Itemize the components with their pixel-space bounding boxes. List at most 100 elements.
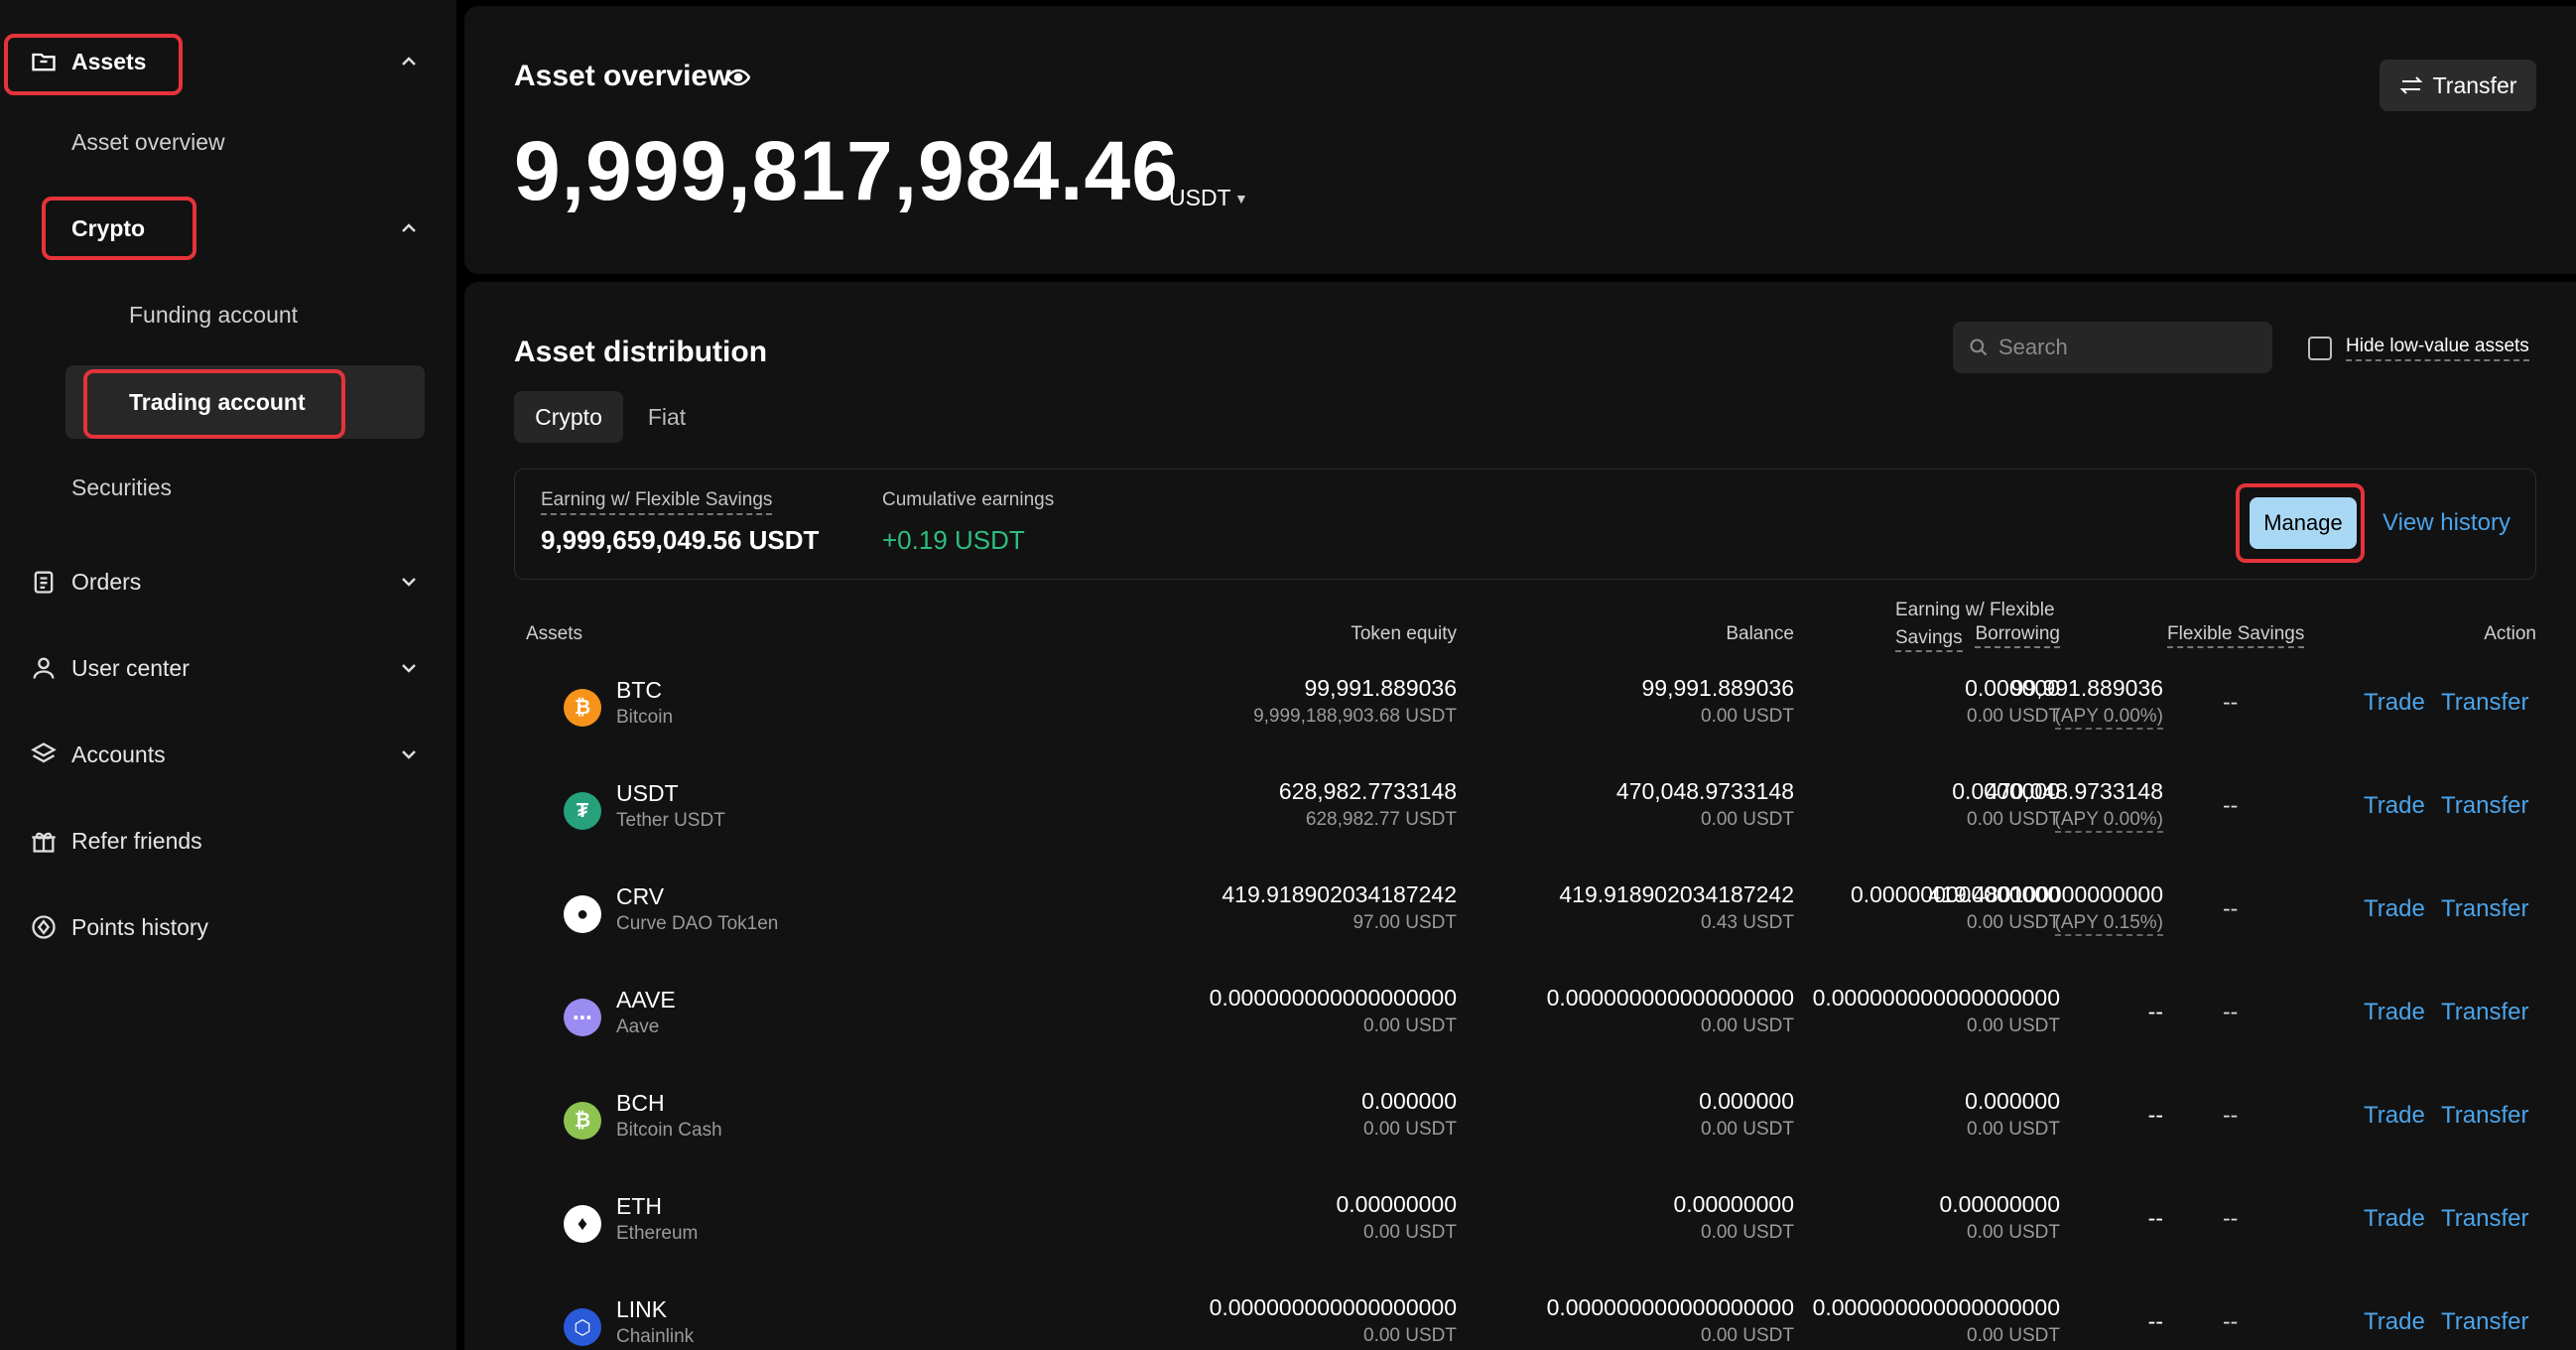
- sidebar-item-securities[interactable]: Securities: [71, 474, 172, 501]
- transfer-link[interactable]: Transfer: [2441, 895, 2528, 923]
- header-balance: Balance: [1726, 623, 1794, 644]
- table-row: ♦ ETH Ethereum 0.00000000 0.00 USDT 0.00…: [464, 1175, 2576, 1279]
- table-row: ₿ BCH Bitcoin Cash 0.000000 0.00 USDT 0.…: [464, 1072, 2576, 1175]
- eye-icon[interactable]: [726, 68, 750, 87]
- flexible-savings-cell: --: [2223, 792, 2239, 818]
- transfer-button[interactable]: Transfer: [2380, 60, 2536, 111]
- asset-name: Tether USDT: [616, 810, 725, 831]
- transfer-link[interactable]: Transfer: [2441, 792, 2528, 820]
- points-icon: [32, 915, 56, 939]
- sidebar: Assets Asset overview Crypto Funding acc…: [0, 0, 456, 1350]
- coin-icon: ₿: [564, 1102, 601, 1140]
- view-history-link[interactable]: View history: [2383, 509, 2511, 537]
- user-icon: [33, 657, 55, 679]
- table-row: ⋯ AAVE Aave 0.000000000000000000 0.00 US…: [464, 969, 2576, 1072]
- sidebar-item-user-center[interactable]: User center: [0, 636, 456, 700]
- checkbox[interactable]: [2308, 337, 2332, 360]
- chevron-down-icon[interactable]: [397, 742, 421, 766]
- sidebar-item-orders[interactable]: Orders: [0, 550, 456, 613]
- flexible-savings-cell: --: [2223, 999, 2239, 1024]
- asset-symbol: ETH: [616, 1193, 662, 1219]
- trade-link[interactable]: Trade: [2364, 689, 2425, 717]
- asset-name: Curve DAO Tok1en: [616, 913, 779, 934]
- flexible-savings-cell: --: [2223, 1205, 2239, 1231]
- chevron-down-icon[interactable]: [397, 656, 421, 680]
- chevron-up-icon[interactable]: [397, 216, 421, 240]
- flexible-savings-cell: --: [2223, 689, 2239, 715]
- sidebar-item-trading-account[interactable]: Trading account: [129, 389, 306, 416]
- header-assets: Assets: [526, 623, 583, 644]
- earning-cell: 419.480100000000000 (APY 0.15%): [1866, 881, 2163, 936]
- gift-icon: [32, 832, 56, 853]
- asset-name: Ethereum: [616, 1223, 699, 1244]
- header-token-equity: Token equity: [1351, 623, 1457, 644]
- sidebar-item-points-history[interactable]: Points history: [0, 895, 456, 959]
- earning-cell: --: [2147, 1205, 2163, 1231]
- asset-symbol: CRV: [616, 883, 665, 909]
- manage-button[interactable]: Manage: [2250, 497, 2357, 549]
- clipboard-icon: [34, 571, 54, 594]
- asset-symbol: AAVE: [616, 987, 676, 1012]
- tab-fiat[interactable]: Fiat: [631, 391, 703, 443]
- chevron-down-icon[interactable]: [397, 570, 421, 594]
- table-row: ⬡ LINK Chainlink 0.000000000000000000 0.…: [464, 1279, 2576, 1350]
- flexible-savings-cell: --: [2223, 1308, 2239, 1334]
- trade-link[interactable]: Trade: [2364, 895, 2425, 923]
- transfer-link[interactable]: Transfer: [2441, 1102, 2528, 1130]
- coin-icon: ♦: [564, 1205, 601, 1243]
- trade-link[interactable]: Trade: [2364, 999, 2425, 1026]
- currency-selector[interactable]: USDT: [1169, 185, 1231, 211]
- folder-icon: [32, 53, 56, 71]
- sidebar-item-funding-account[interactable]: Funding account: [129, 302, 298, 329]
- coin-icon: ₮: [564, 792, 601, 830]
- earning-label: Earning w/ Flexible Savings: [541, 489, 773, 515]
- trade-link[interactable]: Trade: [2364, 792, 2425, 820]
- asset-symbol: BTC: [616, 677, 662, 703]
- table-row: ● CRV Curve DAO Tok1en 419.9189020341872…: [464, 866, 2576, 969]
- sidebar-item-accounts[interactable]: Accounts: [0, 723, 456, 786]
- cumulative-value: +0.19 USDT: [882, 525, 1025, 555]
- earning-cell: --: [2147, 999, 2163, 1024]
- asset-symbol: BCH: [616, 1090, 665, 1116]
- coin-icon: ₿: [564, 689, 601, 727]
- header-earning-flexible: Earning w/ Flexible Savings: [1895, 598, 2055, 652]
- table-row: ₿ BTC Bitcoin 99,991.889036 9,999,188,90…: [464, 659, 2576, 762]
- flexible-savings-cell: --: [2223, 895, 2239, 921]
- tab-crypto[interactable]: Crypto: [514, 391, 623, 443]
- transfer-icon: [2399, 76, 2423, 94]
- trade-link[interactable]: Trade: [2364, 1308, 2425, 1336]
- transfer-link[interactable]: Transfer: [2441, 1205, 2528, 1233]
- header-action: Action: [2484, 623, 2536, 644]
- cumulative-label: Cumulative earnings: [882, 489, 1055, 510]
- asset-name: Bitcoin Cash: [616, 1120, 722, 1141]
- earning-cell: 470,048.9733148 (APY 0.00%): [1866, 778, 2163, 833]
- asset-name: Aave: [616, 1016, 660, 1037]
- sidebar-item-assets[interactable]: Assets: [0, 30, 456, 93]
- sidebar-item-asset-overview[interactable]: Asset overview: [71, 129, 225, 156]
- search-input[interactable]: [1998, 335, 2256, 360]
- asset-overview-panel: Asset overview 9,999,817,984.46 USDT ▼ T…: [464, 6, 2576, 274]
- sidebar-item-refer-friends[interactable]: Refer friends: [0, 809, 456, 873]
- transfer-link[interactable]: Transfer: [2441, 689, 2528, 717]
- section-title: Asset distribution: [514, 336, 768, 368]
- search-box[interactable]: [1953, 322, 2272, 373]
- hide-low-value-toggle[interactable]: Hide low-value assets: [2308, 336, 2529, 361]
- page-title: Asset overview: [514, 60, 731, 92]
- caret-down-icon[interactable]: ▼: [1234, 191, 1248, 206]
- earning-summary-card: Earning w/ Flexible Savings 9,999,659,04…: [514, 469, 2536, 580]
- sidebar-item-crypto[interactable]: Crypto: [0, 197, 456, 260]
- transfer-link[interactable]: Transfer: [2441, 1308, 2528, 1336]
- layers-icon: [31, 742, 57, 763]
- chevron-up-icon[interactable]: [397, 50, 421, 73]
- table-row: ₮ USDT Tether USDT 628,982.7733148 628,9…: [464, 762, 2576, 866]
- trade-link[interactable]: Trade: [2364, 1102, 2425, 1130]
- header-flexible-savings: Flexible Savings: [2167, 623, 2305, 648]
- trade-link[interactable]: Trade: [2364, 1205, 2425, 1233]
- earning-cell: 99,991.889036 (APY 0.00%): [1866, 675, 2163, 730]
- coin-icon: ⬡: [564, 1308, 601, 1346]
- asset-name: Bitcoin: [616, 707, 674, 728]
- flexible-savings-cell: --: [2223, 1102, 2239, 1128]
- asset-symbol: LINK: [616, 1296, 668, 1322]
- earning-cell: --: [2147, 1102, 2163, 1128]
- transfer-link[interactable]: Transfer: [2441, 999, 2528, 1026]
